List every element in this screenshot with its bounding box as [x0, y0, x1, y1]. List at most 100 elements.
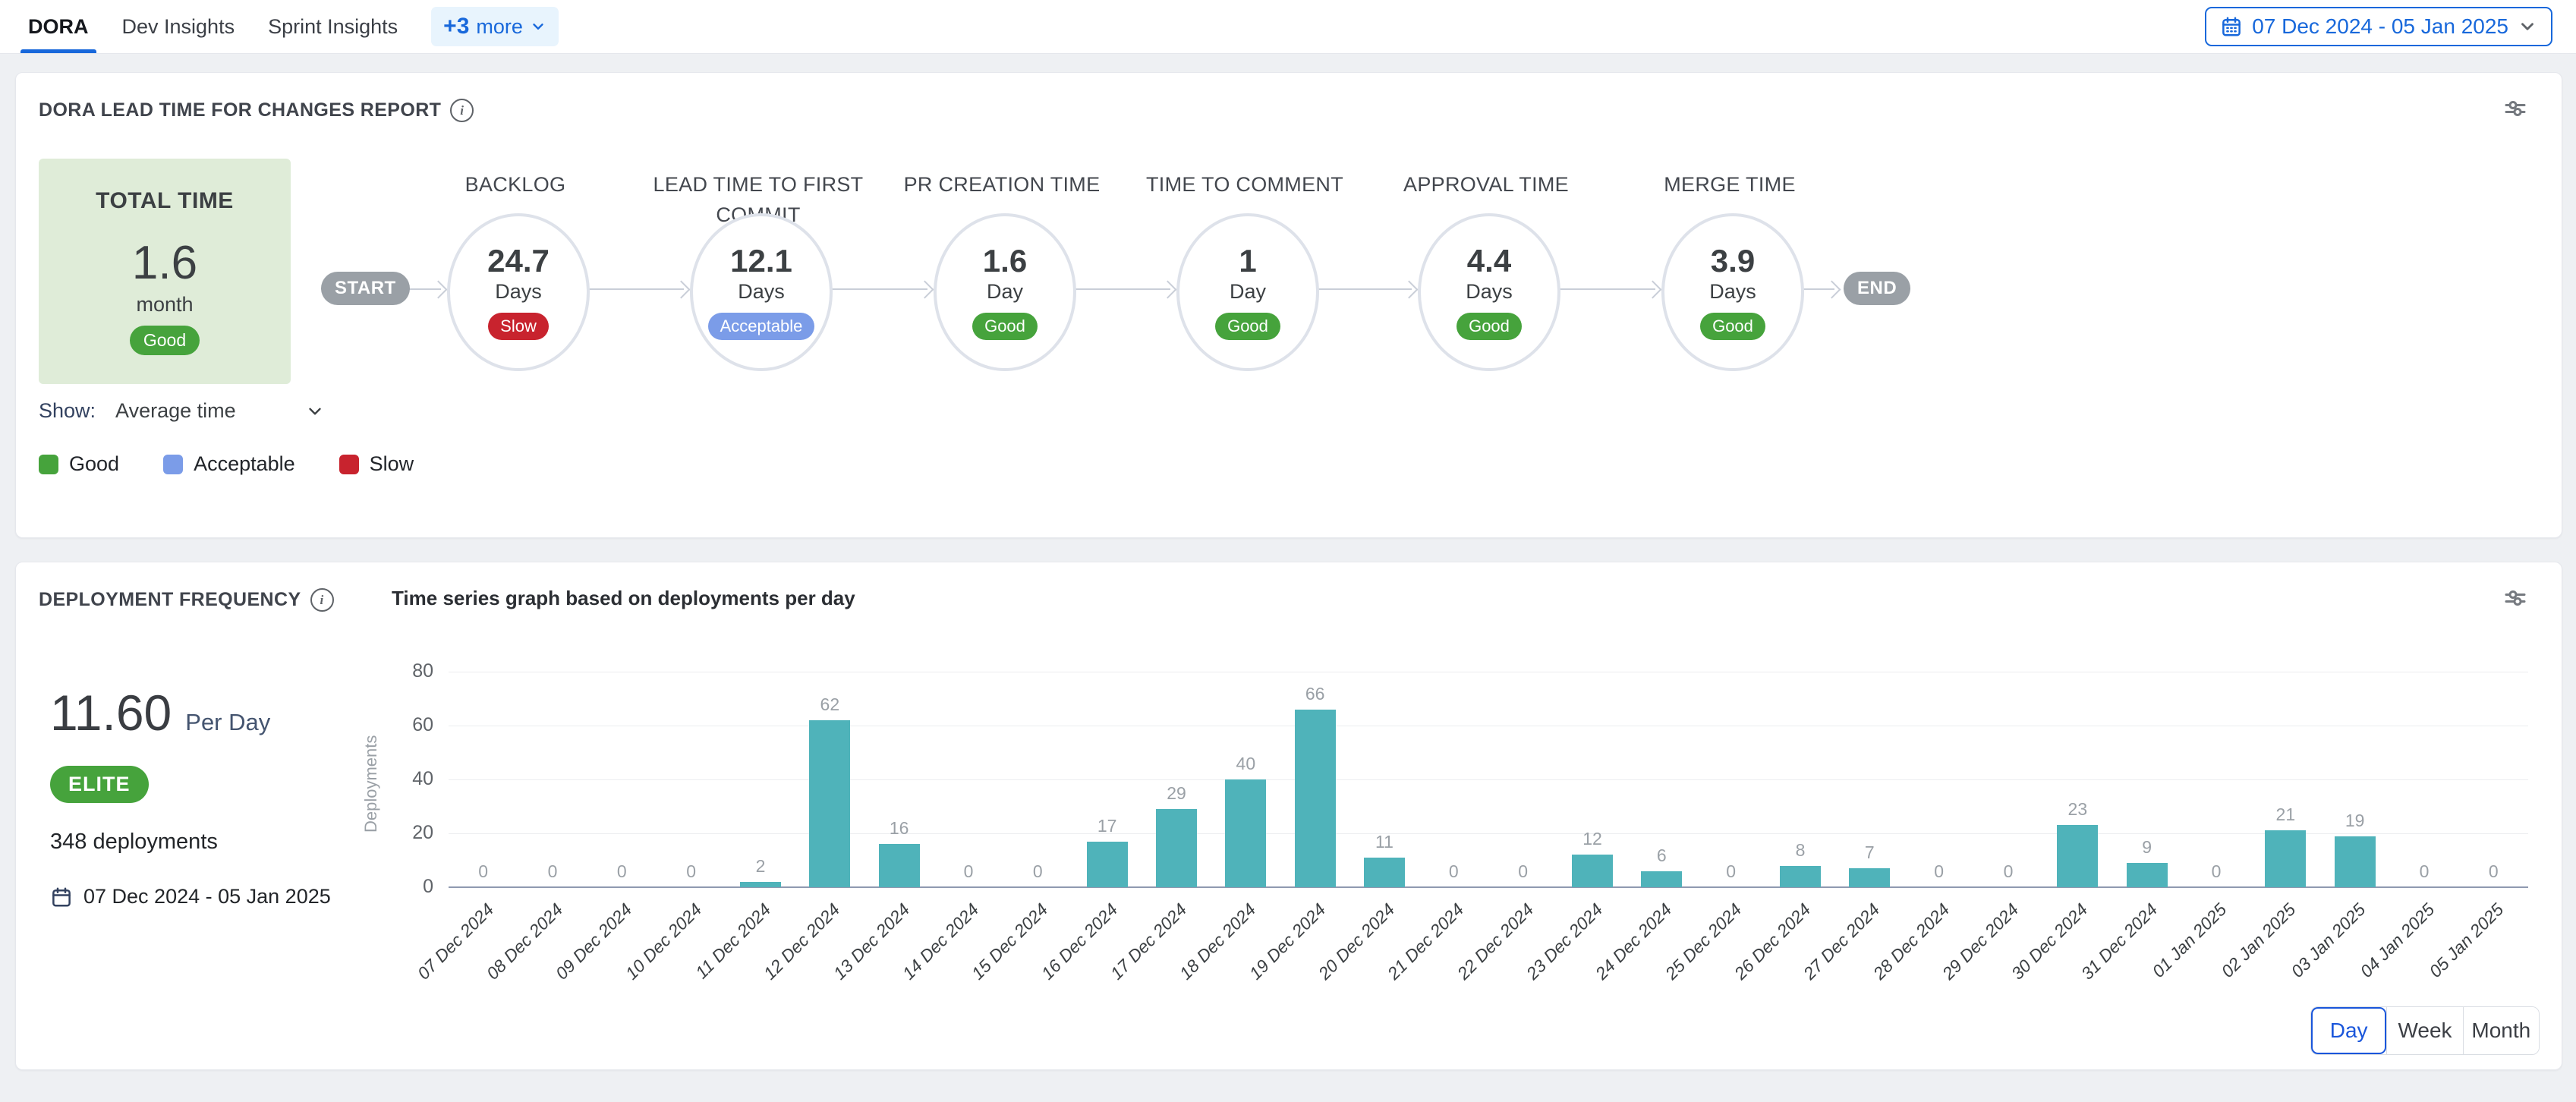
bar-value-label: 29 [1146, 783, 1207, 804]
flow-arrow-line [827, 288, 927, 290]
y-tick-label: 0 [373, 876, 433, 898]
grid-line [449, 779, 2528, 780]
bar[interactable] [1849, 868, 1890, 887]
active-tab-underline [20, 49, 96, 53]
stage-badge: Good [1215, 313, 1280, 340]
stage-unit: Days [495, 280, 542, 304]
bar[interactable] [1156, 809, 1197, 887]
flow-arrow-line [584, 288, 684, 290]
granularity-toggle: DayWeekMonth [2310, 1006, 2540, 1055]
top-tab-bar: DORA Dev Insights Sprint Insights +3 mor… [0, 0, 2576, 54]
bar[interactable] [1295, 710, 1336, 887]
legend-label: Slow [370, 452, 414, 476]
stage-value: 4.4 [1467, 244, 1511, 278]
bar-value-label: 0 [2394, 861, 2455, 882]
date-range-button[interactable]: 07 Dec 2024 - 05 Jan 2025 [2205, 7, 2552, 46]
stage-value: 1 [1239, 244, 1256, 278]
legend-label: Acceptable [194, 452, 295, 476]
granularity-month-button[interactable]: Month [2463, 1007, 2539, 1054]
tab-dora-label: DORA [28, 15, 89, 39]
stage-unit: Days [1709, 280, 1756, 304]
bar[interactable] [1780, 866, 1821, 887]
granularity-week-button[interactable]: Week [2386, 1007, 2462, 1054]
stage-circle: 24.7Days Slow [447, 213, 590, 371]
bar[interactable] [809, 720, 850, 887]
bar-value-label: 0 [1493, 861, 1554, 882]
bar-value-label: 7 [1839, 842, 1900, 863]
tab-sprint-insights[interactable]: Sprint Insights [268, 0, 398, 53]
legend-item: Acceptable [163, 452, 295, 476]
legend-swatch [39, 455, 58, 474]
legend-swatch [339, 455, 359, 474]
granularity-day-button[interactable]: Day [2311, 1007, 2386, 1054]
tab-dev-insights-label: Dev Insights [122, 15, 235, 39]
bar[interactable] [1225, 779, 1266, 887]
stage-badge: Acceptable [708, 313, 815, 340]
chevron-down-icon [305, 401, 325, 421]
stage-unit: Day [1230, 280, 1266, 304]
bar-value-label: 0 [453, 861, 514, 882]
y-tick-label: 60 [373, 714, 433, 736]
bar-value-label: 0 [2463, 861, 2524, 882]
y-tick-label: 20 [373, 822, 433, 844]
calendar-icon [2220, 15, 2243, 38]
bar-value-label: 0 [938, 861, 999, 882]
show-dropdown[interactable]: Show: Average time [39, 399, 325, 423]
bar-value-label: 62 [799, 694, 860, 715]
chevron-down-icon [2518, 17, 2537, 36]
more-tabs-count: +3 [443, 14, 469, 39]
stage-unit: Days [1466, 280, 1513, 304]
bar[interactable] [2335, 836, 2376, 887]
bar[interactable] [1364, 858, 1405, 887]
legend-item: Slow [339, 452, 414, 476]
bar-value-label: 0 [1007, 861, 1068, 882]
flow-arrow-head [429, 280, 447, 298]
bar[interactable] [2265, 830, 2306, 887]
stage-title: MERGE TIME [1601, 169, 1859, 200]
stage-circle: 3.9DaysGood [1661, 213, 1804, 371]
more-tabs-label: more [476, 15, 523, 39]
report-tabs: DORA Dev Insights Sprint Insights +3 mor… [0, 0, 559, 53]
flow-end-node: END [1844, 272, 1910, 305]
flow-arrow-line [1313, 288, 1412, 290]
bar[interactable] [1087, 842, 1128, 887]
legend-label: Good [69, 452, 119, 476]
more-tabs-button[interactable]: +3 more [431, 7, 559, 46]
bar-value-label: 40 [1215, 754, 1276, 774]
deployment-chart: Deployments 020406080007 Dec 2024008 Dec… [16, 562, 2562, 1069]
tab-dora[interactable]: DORA [28, 0, 89, 53]
stage-value: 12.1 [730, 244, 792, 278]
bar-value-label: 6 [1631, 845, 1692, 866]
tab-sprint-insights-label: Sprint Insights [268, 15, 398, 39]
bar-value-label: 9 [2117, 837, 2178, 858]
bar[interactable] [1572, 855, 1613, 887]
flow-start-node: START [321, 272, 410, 305]
bar[interactable] [879, 844, 920, 887]
bar[interactable] [1641, 871, 1682, 887]
flow-arrow-head [1400, 280, 1418, 298]
legend-swatch [163, 455, 183, 474]
bar-value-label: 0 [1909, 861, 1970, 882]
stage-circle: 12.1DaysAcceptable [690, 213, 833, 371]
stage-title: BACKLOG [386, 169, 644, 200]
bar[interactable] [740, 882, 781, 887]
stage-value: 24.7 [487, 244, 550, 278]
stage-badge: Good [972, 313, 1038, 340]
y-tick-label: 80 [373, 660, 433, 682]
stage-value: 3.9 [1711, 244, 1755, 278]
bar[interactable] [2127, 863, 2168, 887]
stage-title: PR CREATION TIME [873, 169, 1131, 200]
bar-value-label: 23 [2047, 799, 2108, 820]
bar-value-label: 0 [1423, 861, 1484, 882]
bar-value-label: 16 [869, 818, 930, 839]
stage-badge: Slow [488, 313, 549, 340]
bar[interactable] [2057, 825, 2098, 887]
grid-line [449, 833, 2528, 834]
stage-circle: 4.4DaysGood [1418, 213, 1560, 371]
y-tick-label: 40 [373, 768, 433, 790]
tab-dev-insights[interactable]: Dev Insights [122, 0, 235, 53]
bar-value-label: 0 [661, 861, 722, 882]
flow-arrow-head [1643, 280, 1661, 298]
stage-unit: Day [987, 280, 1023, 304]
bar-value-label: 66 [1285, 684, 1346, 704]
